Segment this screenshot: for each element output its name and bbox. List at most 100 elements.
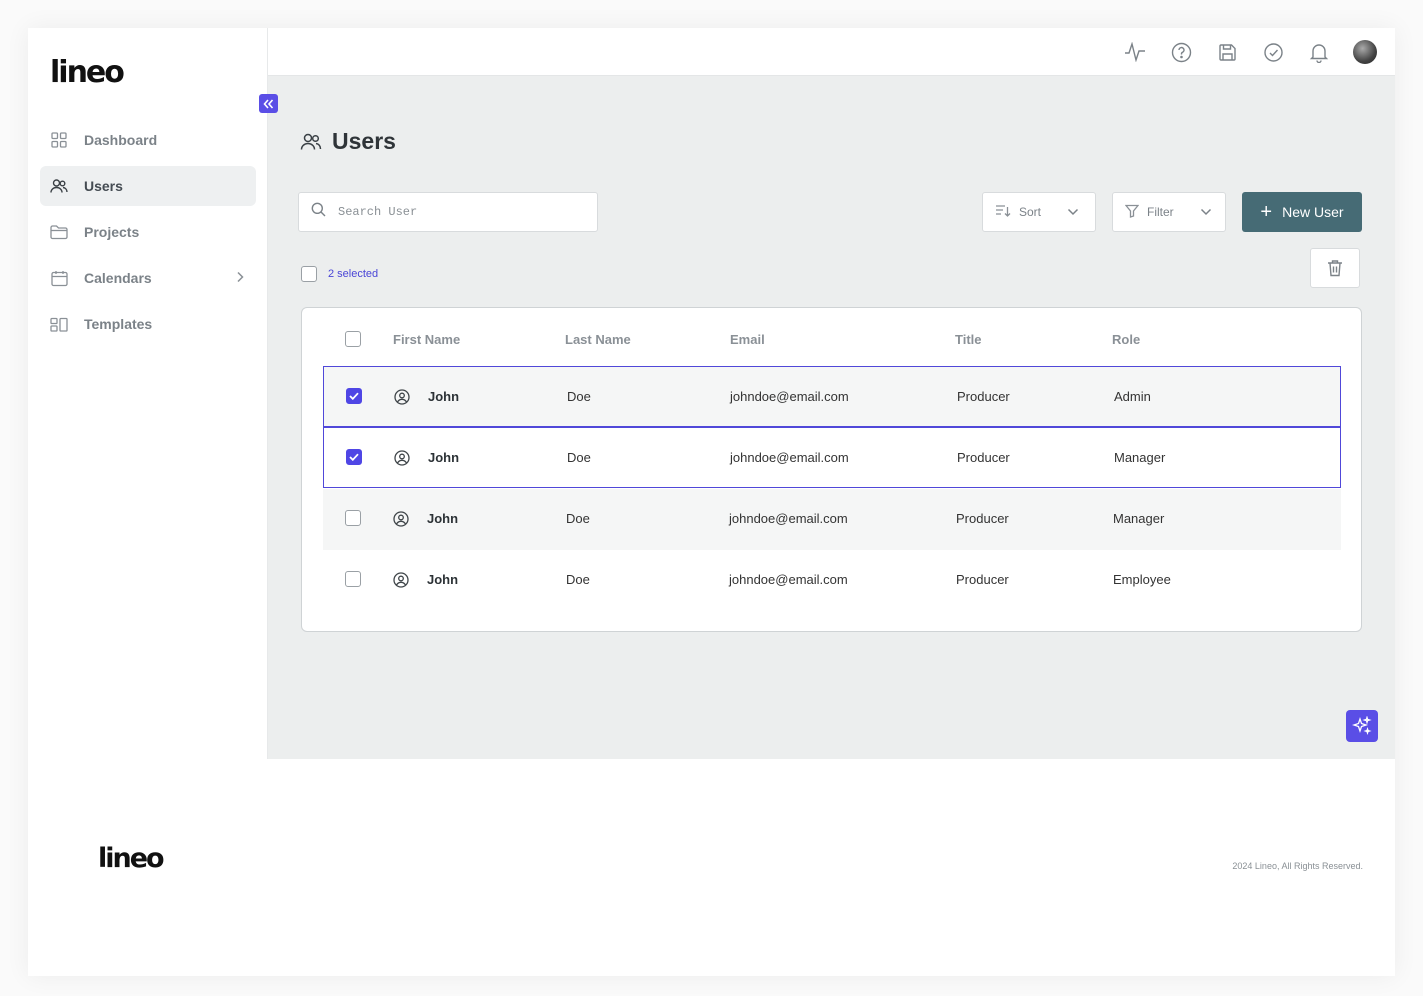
trash-icon [1328,260,1342,277]
cell-first-name: John [427,572,459,587]
bell-icon[interactable] [1307,40,1331,64]
cell-last-name: Doe [567,389,591,404]
cell-title: Producer [957,389,1010,404]
sidebar-item-label: Dashboard [84,132,158,148]
sidebar: lineo Dashboard Users Projects Calendars… [28,28,268,759]
table-row[interactable]: John Doe johndoe@email.com Producer Admi… [323,366,1341,427]
user-circle-icon [394,389,410,410]
cell-first-name: John [428,389,460,404]
activity-icon[interactable] [1123,40,1147,64]
delete-button[interactable] [1310,248,1360,288]
row-checkbox[interactable] [345,571,361,587]
cell-last-name: Doe [567,450,591,465]
cell-first-name: John [428,450,460,465]
templates-icon [50,315,68,333]
sidebar-item-label: Users [84,178,123,194]
sidebar-nav: Dashboard Users Projects Calendars Templ… [40,120,256,350]
sort-button[interactable]: Sort [982,192,1096,232]
main-content: Users Sort Filter [268,76,1395,759]
sidebar-item-users[interactable]: Users [40,166,256,206]
cell-role: Manager [1113,511,1165,526]
sidebar-item-calendars[interactable]: Calendars [40,258,256,298]
column-header-first-name[interactable]: First Name [393,332,460,347]
top-bar [268,28,1395,76]
users-table: First Name Last Name Email Title Role Jo… [301,307,1362,632]
grid-icon [50,131,68,149]
app-logo[interactable]: lineo [50,55,125,90]
save-icon[interactable] [1215,40,1239,64]
filter-label: Filter [1147,205,1174,219]
column-header-role[interactable]: Role [1112,332,1140,347]
row-checkbox[interactable] [345,510,361,526]
new-user-label: New User [1282,204,1344,220]
check-circle-icon[interactable] [1261,40,1285,64]
sidebar-item-templates[interactable]: Templates [40,304,256,344]
cell-role: Employee [1113,572,1171,587]
table-header: First Name Last Name Email Title Role [302,308,1361,368]
table-row[interactable]: John Doe johndoe@email.com Producer Empl… [323,550,1341,611]
filter-icon [1124,204,1140,221]
column-header-title[interactable]: Title [955,332,982,347]
chevron-down-icon [1067,205,1079,219]
new-user-button[interactable]: + New User [1242,192,1362,232]
cell-role: Admin [1114,389,1151,404]
cell-email: johndoe@email.com [730,450,849,465]
column-header-email[interactable]: Email [730,332,765,347]
row-checkbox[interactable] [346,388,362,404]
page-title: Users [300,128,396,155]
calendar-icon [50,269,68,287]
search-input[interactable] [338,205,578,219]
cell-email: johndoe@email.com [729,511,848,526]
search-icon [311,202,326,222]
chevron-right-icon[interactable] [236,270,244,286]
cell-role: Manager [1114,450,1166,465]
cell-email: johndoe@email.com [729,572,848,587]
sidebar-item-projects[interactable]: Projects [40,212,256,252]
chevron-down-icon [1200,205,1212,219]
row-checkbox[interactable] [346,449,362,465]
search-box[interactable] [298,192,598,232]
cell-title: Producer [957,450,1010,465]
cell-last-name: Doe [566,572,590,587]
footer-logo[interactable]: lineo [98,843,165,874]
select-all-checkbox[interactable] [301,266,317,282]
folder-icon [50,223,68,241]
ai-assistant-button[interactable] [1346,710,1378,742]
user-circle-icon [393,572,409,593]
cell-first-name: John [427,511,459,526]
checkmark-icon [349,392,359,400]
plus-icon: + [1260,201,1273,223]
users-icon [50,177,68,195]
sort-icon [995,204,1011,221]
cell-title: Producer [956,511,1009,526]
cell-title: Producer [956,572,1009,587]
sparkle-icon [1352,716,1372,736]
selection-bar: 2 selected [301,266,378,282]
sidebar-item-label: Calendars [84,270,152,286]
help-icon[interactable] [1169,40,1193,64]
users-icon [300,132,322,151]
column-header-last-name[interactable]: Last Name [565,332,631,347]
sidebar-item-label: Projects [84,224,140,240]
double-chevron-left-icon [263,98,274,109]
copyright-text: 2024 Lineo, All Rights Reserved. [1232,861,1363,871]
selected-count: 2 selected [328,268,379,280]
sidebar-item-label: Templates [84,316,153,332]
sidebar-item-dashboard[interactable]: Dashboard [40,120,256,160]
user-circle-icon [394,450,410,471]
sort-label: Sort [1019,205,1042,219]
table-row[interactable]: John Doe johndoe@email.com Producer Mana… [323,427,1341,488]
top-bar-actions [1101,40,1377,64]
collapse-sidebar-button[interactable] [259,94,278,113]
app-window: lineo Dashboard Users Projects Calendars… [28,28,1395,976]
table-row[interactable]: John Doe johndoe@email.com Producer Mana… [323,489,1341,550]
user-avatar[interactable] [1353,40,1377,64]
header-checkbox[interactable] [345,331,361,347]
footer: lineo 2024 Lineo, All Rights Reserved. [28,759,1395,976]
checkmark-icon [349,453,359,461]
cell-last-name: Doe [566,511,590,526]
user-circle-icon [393,511,409,532]
page-title-text: Users [332,128,396,154]
filter-button[interactable]: Filter [1112,192,1226,232]
cell-email: johndoe@email.com [730,389,849,404]
